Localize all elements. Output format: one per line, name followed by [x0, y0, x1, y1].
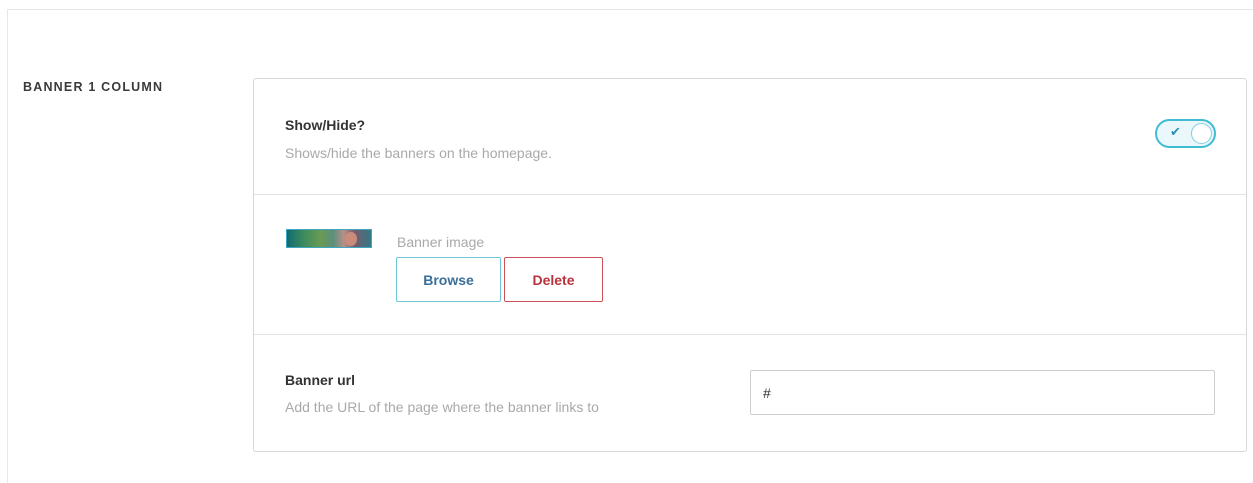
section-label: BANNER 1 COLUMN	[23, 80, 164, 94]
thumbnail-figure	[345, 232, 357, 246]
toggle-knob	[1191, 123, 1212, 144]
banner-image-row: Banner image Browse Delete	[254, 195, 1246, 335]
delete-button[interactable]: Delete	[504, 257, 603, 302]
banner-url-input[interactable]	[750, 370, 1215, 415]
show-hide-toggle[interactable]: ✔	[1155, 119, 1216, 148]
banner-image-thumbnail	[286, 229, 372, 248]
check-icon: ✔	[1170, 124, 1181, 139]
banner-image-label: Banner image	[397, 234, 485, 250]
banner-url-description: Add the URL of the page where the banner…	[285, 399, 599, 415]
browse-button[interactable]: Browse	[396, 257, 501, 302]
banner-url-row: Banner url Add the URL of the page where…	[254, 335, 1246, 452]
show-hide-title: Show/Hide?	[285, 117, 366, 133]
show-hide-row: Show/Hide? Shows/hide the banners on the…	[254, 79, 1246, 195]
banner-settings-card: Show/Hide? Shows/hide the banners on the…	[253, 78, 1247, 452]
banner-url-title: Banner url	[285, 372, 356, 388]
show-hide-description: Shows/hide the banners on the homepage.	[285, 145, 552, 161]
